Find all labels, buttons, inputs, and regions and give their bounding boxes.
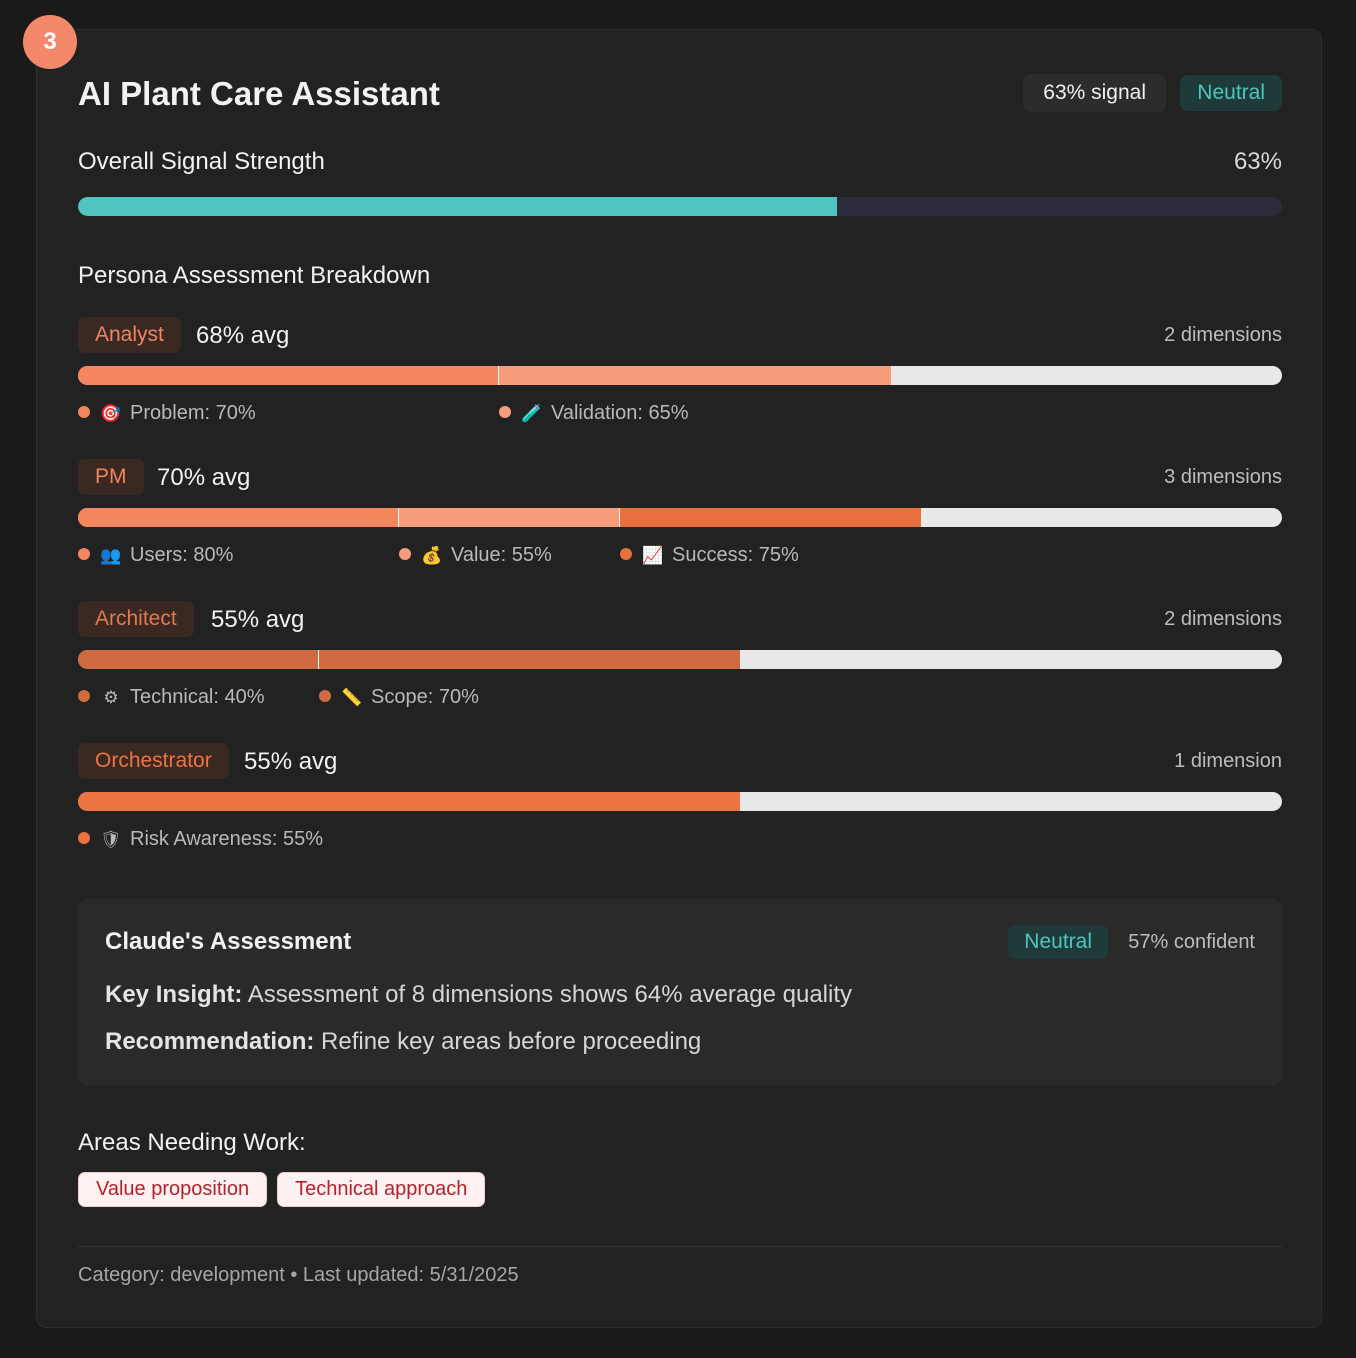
dimension-label: Validation: 65%	[551, 402, 689, 424]
dimension-label: Problem: 70%	[130, 402, 256, 424]
assessment-title: Claude's Assessment	[105, 928, 352, 955]
persona-architect: Architect 55% avg 2 dimensions ⚙ Technical: …	[78, 601, 1282, 721]
score-segment	[78, 792, 741, 811]
area-tag: Technical approach	[277, 1172, 486, 1207]
persona-tag: PM	[78, 459, 144, 495]
persona-dimension-count: 3 dimensions	[1164, 466, 1282, 488]
rank-badge: 3	[23, 15, 77, 69]
key-insight: Key Insight: Assessment of 8 dimensions …	[105, 980, 852, 1010]
dimension-list: 🎯 Problem: 70% 🧪 Validation: 65%	[78, 399, 1282, 427]
recommendation-text: Refine key areas before proceeding	[314, 1028, 702, 1055]
persona-average: 55% avg	[211, 606, 305, 633]
key-insight-label: Key Insight:	[105, 981, 243, 1008]
recommendation: Recommendation: Refine key areas before …	[105, 1027, 701, 1057]
score-segment	[78, 508, 400, 527]
persona-average: 70% avg	[157, 464, 251, 491]
dimension-label: Technical: 40%	[130, 686, 265, 708]
persona-score-bar	[78, 366, 1282, 385]
dimension-list: 🛡 Risk Awareness: 55%	[78, 825, 1282, 853]
score-segment	[399, 508, 620, 527]
idea-card: AI Plant Care Assistant 63% signal Neutr…	[36, 29, 1322, 1328]
dimension-list: 👥 Users: 80% 💰 Value: 55% 📈 Success: 75%	[78, 541, 1282, 569]
score-segment	[318, 650, 741, 669]
areas-tag-list: Value proposition Technical approach	[78, 1172, 495, 1208]
card-footer: Category: development • Last updated: 5/…	[78, 1264, 519, 1286]
breakdown-title: Persona Assessment Breakdown	[78, 262, 431, 289]
money-bag-icon: 💰	[421, 546, 443, 566]
dimension-dot	[319, 690, 331, 702]
overall-signal-label: Overall Signal Strength	[78, 148, 325, 175]
dimension-dot	[78, 832, 90, 844]
shield-icon: 🛡	[100, 830, 122, 850]
dimension-label: Risk Awareness: 55%	[130, 828, 324, 850]
persona-score-bar	[78, 508, 1282, 527]
score-segment	[499, 366, 891, 385]
users-icon: 👥	[100, 546, 122, 566]
card-header: AI Plant Care Assistant 63% signal Neutr…	[78, 74, 1282, 114]
persona-tag: Analyst	[78, 317, 181, 353]
persona-tag: Orchestrator	[78, 743, 229, 779]
score-segment	[619, 508, 921, 527]
dimension-item: 🧪 Validation: 65%	[499, 399, 689, 427]
dimension-label: Scope: 70%	[371, 686, 479, 708]
dimension-dot	[78, 406, 90, 418]
dimension-item: 💰 Value: 55%	[399, 541, 552, 569]
dimension-item: 📏 Scope: 70%	[319, 683, 479, 711]
persona-pm: PM 70% avg 3 dimensions 👥 Users: 80% 💰 Value: …	[78, 459, 1282, 579]
ruler-icon: 📏	[341, 688, 363, 708]
persona-average: 55% avg	[244, 748, 338, 775]
dimension-item: 🛡 Risk Awareness: 55%	[78, 825, 323, 853]
overall-signal-value: 63%	[1233, 148, 1282, 175]
card-title: AI Plant Care Assistant	[78, 75, 440, 112]
persona-dimension-count: 1 dimension	[1174, 750, 1282, 772]
dimension-item: ⚙ Technical: 40%	[78, 683, 265, 711]
target-icon: 🎯	[100, 404, 122, 424]
dimension-dot	[78, 548, 90, 560]
chart-up-icon: 📈	[642, 546, 664, 566]
area-tag: Value proposition	[78, 1172, 268, 1207]
footer-divider	[78, 1246, 1282, 1247]
score-segment	[78, 650, 319, 669]
persona-average: 68% avg	[196, 322, 290, 349]
sentiment-pill: Neutral	[1180, 75, 1282, 111]
persona-dimension-count: 2 dimensions	[1164, 324, 1282, 346]
persona-analyst: Analyst 68% avg 2 dimensions 🎯 Problem: 70% 🧪…	[78, 317, 1282, 437]
areas-title: Areas Needing Work:	[78, 1129, 306, 1156]
dimension-dot	[620, 548, 632, 560]
key-insight-text: Assessment of 8 dimensions shows 64% ave…	[242, 981, 852, 1008]
assessment-confidence: 57% confident	[1128, 931, 1255, 953]
gear-icon: ⚙	[103, 688, 119, 708]
dimension-item: 📈 Success: 75%	[620, 541, 799, 569]
dimension-dot	[399, 548, 411, 560]
overall-signal-bar	[78, 197, 1282, 216]
dimension-dot	[499, 406, 511, 418]
assessment-panel: Claude's Assessment Neutral 57% confiden…	[78, 899, 1282, 1085]
dimension-item: 🎯 Problem: 70%	[78, 399, 256, 427]
dimension-item: 👥 Users: 80%	[78, 541, 233, 569]
persona-score-bar	[78, 650, 1282, 669]
dimension-dot	[78, 690, 90, 702]
dimension-label: Users: 80%	[130, 544, 234, 566]
assessment-sentiment-badge: Neutral	[1008, 925, 1108, 959]
signal-pill: 63% signal	[1023, 74, 1166, 112]
dimension-label: Value: 55%	[451, 544, 552, 566]
dimension-list: ⚙ Technical: 40% 📏 Scope: 70%	[78, 683, 1282, 711]
score-segment	[78, 366, 500, 385]
dimension-label: Success: 75%	[672, 544, 799, 566]
recommendation-label: Recommendation:	[105, 1028, 315, 1055]
persona-tag: Architect	[78, 601, 194, 637]
test-tube-icon: 🧪	[521, 404, 543, 424]
overall-signal-fill	[78, 197, 837, 216]
persona-score-bar	[78, 792, 1282, 811]
persona-orchestrator: Orchestrator 55% avg 1 dimension 🛡 Risk Awar…	[78, 743, 1282, 863]
persona-dimension-count: 2 dimensions	[1164, 608, 1282, 630]
